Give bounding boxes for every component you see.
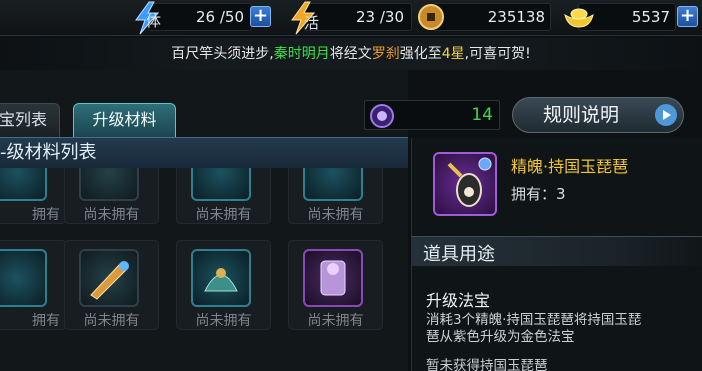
- vigor-value: 23 /30: [356, 8, 404, 26]
- notice-player: 秦时明月: [273, 46, 330, 62]
- usage-section-header: 道具用途: [411, 236, 702, 266]
- material-cell[interactable]: 尚未拥有: [176, 240, 271, 330]
- gold-value: 5537: [631, 8, 670, 26]
- coins-value: 235138: [487, 8, 545, 26]
- usage-title: 升级法宝: [426, 291, 491, 310]
- material-item-icon: [79, 168, 139, 201]
- notice-item: 罗刹: [371, 46, 400, 62]
- material-list-header: -级材料列表: [0, 137, 408, 168]
- copper-coin-icon: [417, 3, 445, 35]
- usage-status: 暂未获得持国玉琵琶: [426, 358, 548, 371]
- rules-button[interactable]: 规则说明: [512, 97, 684, 133]
- notice-prefix: 百尺竿头须进步,: [171, 46, 274, 62]
- material-status: 尚未拥有: [195, 313, 252, 329]
- stamina-label: 体: [146, 12, 162, 30]
- rules-button-label: 规则说明: [543, 104, 620, 126]
- material-status: 拥有: [32, 313, 60, 329]
- item-owned-count: 拥有：3: [511, 185, 566, 203]
- notice-level: 4星: [441, 46, 465, 62]
- essence-value: 14: [471, 105, 493, 125]
- add-stamina-button[interactable]: +: [250, 6, 271, 27]
- material-item-icon: [303, 249, 363, 307]
- gold-ingot-icon: [562, 5, 596, 35]
- arrow-right-icon: [655, 104, 677, 126]
- material-item-icon: [0, 168, 47, 201]
- material-cell[interactable]: 拥有: [0, 168, 67, 224]
- gold-resource: 5537 +: [562, 3, 700, 31]
- essence-orb-icon: [369, 103, 395, 133]
- stamina-value: 26 /50: [196, 8, 244, 26]
- stamina-resource: 体 26 /50 +: [132, 1, 274, 35]
- add-gold-button[interactable]: +: [677, 6, 698, 27]
- material-cell[interactable]: 尚未拥有: [288, 240, 383, 330]
- usage-description: 消耗3个精魄·持国玉琵琶将持国玉琵琶从紫色升级为金色法宝: [426, 312, 642, 345]
- material-cell[interactable]: 尚未拥有: [64, 168, 159, 224]
- vigor-resource: 活 23 /30: [288, 1, 413, 35]
- coins-resource: 235138: [417, 3, 552, 31]
- tab-treasure-list[interactable]: 宝列表: [0, 103, 60, 137]
- material-status: 尚未拥有: [83, 313, 140, 329]
- material-grid: 拥有 尚未拥有 尚未拥有 尚未拥有 拥有 尚未拥有 尚未拥有 尚未拥有: [0, 168, 408, 371]
- essence-counter: 14: [364, 100, 500, 130]
- material-cell[interactable]: 尚未拥有: [176, 168, 271, 224]
- vigor-label: 活: [304, 14, 320, 32]
- notice-suffix: ,可喜可贺!: [464, 46, 531, 62]
- pipa-item-icon[interactable]: [433, 152, 497, 216]
- material-cell[interactable]: 尚未拥有: [64, 240, 159, 330]
- material-list-panel: 宝列表 升级材料 -级材料列表 拥有 尚未拥有 尚未拥有 尚未拥有 拥有 尚未拥…: [0, 70, 408, 371]
- material-item-icon: [79, 249, 139, 307]
- material-status: 尚未拥有: [307, 313, 364, 329]
- material-item-icon: [0, 249, 47, 307]
- material-list-title: -级材料列表: [0, 142, 97, 163]
- tab-upgrade-materials[interactable]: 升级材料: [73, 103, 176, 137]
- material-cell[interactable]: 尚未拥有: [288, 168, 383, 224]
- system-broadcast: 百尺竿头须进步,秦时明月将经文罗刹强化至4星,可喜可贺!: [0, 38, 702, 70]
- notice-mid: 将经文: [329, 46, 372, 62]
- tab-upgrade-materials-label: 升级材料: [92, 110, 157, 129]
- material-status: 拥有: [32, 207, 60, 223]
- resource-bar: 体 26 /50 + 活 23 /30 235138 5537 +: [0, 0, 702, 36]
- material-status: 尚未拥有: [83, 207, 140, 223]
- material-item-icon: [191, 249, 251, 307]
- material-item-icon: [191, 168, 251, 201]
- material-status: 尚未拥有: [307, 207, 364, 223]
- material-cell[interactable]: 拥有: [0, 240, 67, 330]
- notice-mid2: 强化至: [399, 46, 442, 62]
- item-name: 精魄·持国玉琵琶: [511, 157, 629, 176]
- usage-header-label: 道具用途: [423, 244, 495, 265]
- material-status: 尚未拥有: [195, 207, 252, 223]
- tab-treasure-list-label: 宝列表: [0, 110, 47, 129]
- material-item-icon: [303, 168, 363, 201]
